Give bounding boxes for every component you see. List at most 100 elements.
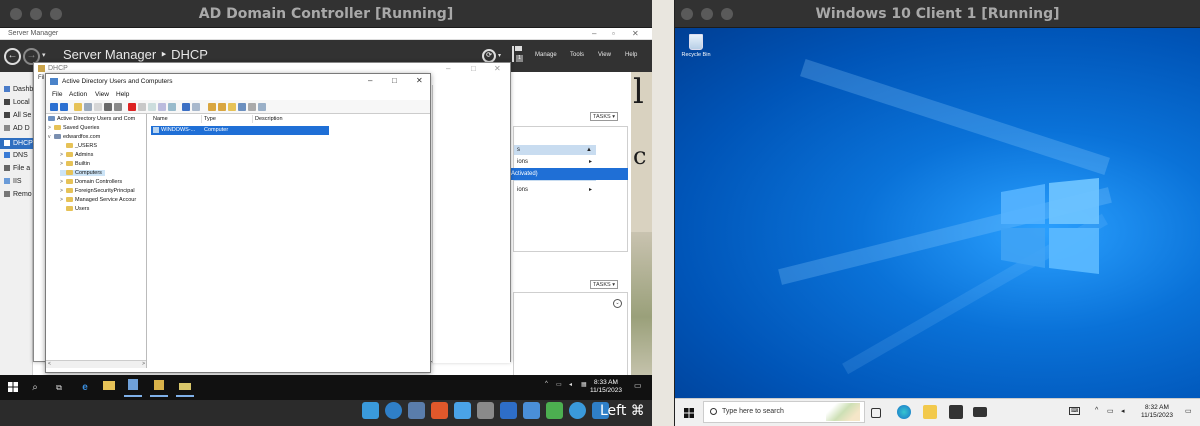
collapse-chevron-icon-2[interactable]: ⌄ (613, 299, 622, 308)
network-status-icon[interactable] (569, 402, 586, 419)
edge-icon[interactable] (897, 405, 911, 419)
mmc-icon[interactable] (192, 103, 200, 111)
shared-folders-icon[interactable] (477, 402, 494, 419)
dhcp-close-icon[interactable]: ✕ (494, 64, 501, 73)
maximize-icon[interactable]: ▫ (612, 28, 615, 40)
tree-item-root[interactable]: Active Directory Users and Com (48, 116, 135, 122)
console-tree-icon[interactable] (84, 103, 92, 111)
scroll-right-icon[interactable]: > (142, 361, 145, 367)
aduc-close-icon[interactable]: ✕ (416, 76, 423, 85)
filter-icon[interactable] (238, 103, 246, 111)
network-icon[interactable]: ▭ (556, 381, 562, 388)
speaker-icon[interactable]: ◂ (1121, 407, 1125, 415)
network-adapter-icon[interactable] (431, 402, 448, 419)
notification-center-icon[interactable]: ▭ (1185, 407, 1192, 415)
sidebar-item-all-servers[interactable]: All Se (4, 112, 31, 119)
list-view-icon[interactable] (94, 103, 102, 111)
notifications-flag-icon[interactable]: 1 (512, 46, 523, 62)
task-view-icon[interactable]: ⧉ (50, 379, 68, 397)
forward-arrow-icon[interactable] (60, 103, 68, 111)
column-header-description[interactable]: Description (255, 116, 283, 122)
refresh-list-icon[interactable] (148, 103, 156, 111)
table-row[interactable]: WINDOWS-... Computer (151, 126, 329, 135)
dhcp-menu-file[interactable]: Fil (38, 75, 44, 81)
properties-icon[interactable] (138, 103, 146, 111)
store-icon[interactable] (949, 405, 963, 419)
up-folder-icon[interactable] (74, 103, 82, 111)
sidebar-item-ad-ds[interactable]: AD D (4, 125, 30, 132)
tree-item-admins[interactable]: > Admins (60, 152, 93, 158)
optical-drive-icon[interactable] (362, 402, 379, 419)
search-icon[interactable]: ⌕ (26, 379, 44, 397)
edge-legacy-icon[interactable]: e (76, 379, 94, 397)
selected-server-row[interactable]: Activated) (509, 168, 628, 180)
new-user-icon[interactable] (208, 103, 216, 111)
column-separator[interactable] (201, 115, 202, 123)
taskbar-search-box[interactable]: Type here to search (703, 401, 865, 423)
usb-icon[interactable] (454, 402, 471, 419)
menu-help[interactable]: Help (116, 91, 129, 98)
delete-icon[interactable] (128, 103, 136, 111)
left-clock[interactable]: 8:33 AM 11/15/2023 (590, 379, 622, 395)
cpu-icon[interactable] (546, 402, 563, 419)
panel-row-1[interactable]: ions ▸ (514, 157, 596, 167)
audio-icon[interactable] (408, 402, 425, 419)
tree-item-computers[interactable]: Computers (60, 170, 105, 176)
find-icon[interactable] (248, 103, 256, 111)
column-separator[interactable] (252, 115, 253, 123)
file-explorer-icon[interactable] (100, 379, 118, 397)
sidebar-item-dns[interactable]: DNS (4, 152, 28, 159)
notification-center-icon[interactable]: ▭ (634, 381, 642, 390)
recycle-bin-shortcut[interactable]: Recycle Bin (681, 34, 711, 58)
properties-sheet-icon[interactable] (168, 103, 176, 111)
sidebar-item-local-server[interactable]: Local (4, 99, 30, 106)
help-icon[interactable] (182, 103, 190, 111)
keyboard-icon[interactable]: ▦ (581, 381, 587, 388)
back-arrow-icon[interactable] (50, 103, 58, 111)
menu-view[interactable]: View (95, 91, 109, 98)
menu-view[interactable]: View (598, 52, 611, 58)
back-button[interactable]: ← (4, 48, 21, 65)
new-ou-icon[interactable] (228, 103, 236, 111)
sidebar-item-dashboard[interactable]: Dashb (4, 86, 33, 93)
tree-item-managed-service[interactable]: > Managed Service Accour (60, 197, 136, 203)
tray-chevron-icon[interactable]: ^ (545, 381, 548, 387)
column-header-type[interactable]: Type (204, 116, 216, 122)
column-header-name[interactable]: Name (153, 116, 168, 122)
sidebar-item-file-storage[interactable]: File a (4, 165, 30, 172)
dhcp-minimize-icon[interactable]: – (446, 64, 450, 73)
network-icon[interactable]: ▭ (1107, 407, 1114, 415)
cd-icon[interactable] (385, 402, 402, 419)
right-clock[interactable]: 8:32 AM 11/15/2023 (1141, 404, 1173, 420)
server-manager-taskbar-icon[interactable] (124, 379, 142, 397)
refresh-icon[interactable]: ⟳ (482, 49, 496, 63)
sidebar-item-dhcp[interactable]: DHCP (0, 138, 33, 149)
new-group-icon[interactable] (218, 103, 226, 111)
tree-horizontal-scrollbar[interactable]: < > (46, 360, 146, 368)
tree-item-saved-queries[interactable]: > Saved Queries (48, 125, 99, 131)
export-list-icon[interactable] (158, 103, 166, 111)
display-icon[interactable] (500, 402, 517, 419)
tasks-button-top[interactable]: TASKS ▾ (590, 112, 618, 121)
aduc-minimize-icon[interactable]: – (368, 76, 372, 85)
dhcp-taskbar-icon[interactable] (150, 379, 168, 397)
tree-item-builtin[interactable]: > Builtin (60, 161, 90, 167)
mail-icon[interactable] (973, 407, 987, 417)
dhcp-maximize-icon[interactable]: □ (471, 64, 476, 73)
tree-item-domain[interactable]: v edwardfox.com (48, 134, 100, 140)
tree-item-domain-controllers[interactable]: > Domain Controllers (60, 179, 122, 185)
sidebar-item-remote-access[interactable]: Remo (4, 191, 32, 198)
menu-help[interactable]: Help (625, 52, 637, 58)
file-explorer-icon[interactable] (923, 405, 937, 419)
menu-tools[interactable]: Tools (570, 52, 584, 58)
minimize-icon[interactable]: – (592, 28, 596, 40)
menu-file[interactable]: File (52, 91, 62, 98)
recording-icon[interactable] (523, 402, 540, 419)
tree-item-foreign-security[interactable]: > ForeignSecurityPrincipal (60, 188, 135, 194)
sidebar-item-iis[interactable]: IIS (4, 178, 22, 185)
tree-item-users[interactable]: Users (60, 206, 89, 212)
aduc-maximize-icon[interactable]: □ (392, 76, 397, 85)
tray-chevron-icon[interactable]: ^ (1095, 407, 1098, 414)
aduc-taskbar-icon[interactable] (176, 379, 194, 397)
task-view-icon[interactable] (871, 408, 881, 418)
